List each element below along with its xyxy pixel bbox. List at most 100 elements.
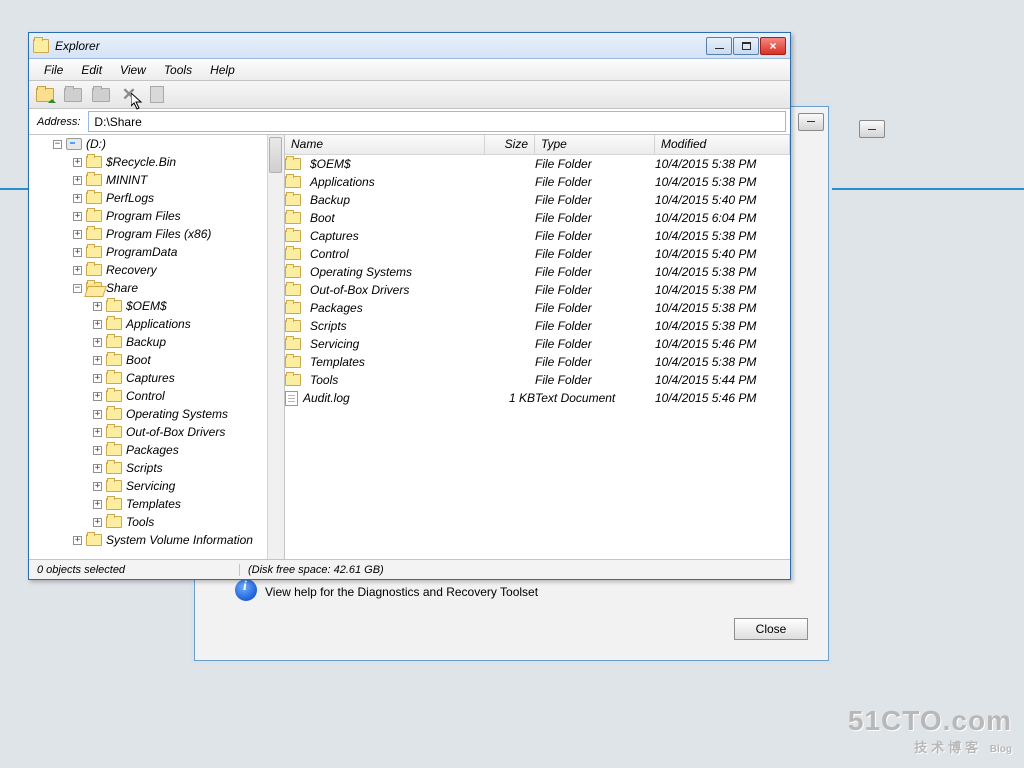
tree-node[interactable]: +Tools xyxy=(29,513,284,531)
tree-node[interactable]: +Scripts xyxy=(29,459,284,477)
tree-node[interactable]: +Out-of-Box Drivers xyxy=(29,423,284,441)
title-bar[interactable]: Explorer × xyxy=(29,33,790,59)
tree-node[interactable]: +MININT xyxy=(29,171,284,189)
expand-toggle-icon[interactable]: + xyxy=(93,482,102,491)
maximize-button[interactable] xyxy=(733,37,759,55)
address-input[interactable] xyxy=(88,111,786,132)
menu-file[interactable]: File xyxy=(35,59,72,80)
toolbar-btn-2[interactable] xyxy=(60,83,86,107)
file-row[interactable]: TemplatesFile Folder10/4/2015 5:38 PM xyxy=(285,353,790,371)
file-row[interactable]: ApplicationsFile Folder10/4/2015 5:38 PM xyxy=(285,173,790,191)
expand-toggle-icon[interactable]: + xyxy=(93,446,102,455)
file-row[interactable]: Out-of-Box DriversFile Folder10/4/2015 5… xyxy=(285,281,790,299)
expand-toggle-icon[interactable]: + xyxy=(73,194,82,203)
tree-node[interactable]: +Templates xyxy=(29,495,284,513)
tree-node[interactable]: +Recovery xyxy=(29,261,284,279)
tree-node[interactable]: +Program Files (x86) xyxy=(29,225,284,243)
menu-view[interactable]: View xyxy=(111,59,155,80)
expand-toggle-icon[interactable]: + xyxy=(73,176,82,185)
file-modified: 10/4/2015 5:38 PM xyxy=(655,265,790,279)
expand-toggle-icon[interactable]: + xyxy=(93,356,102,365)
menu-tools[interactable]: Tools xyxy=(155,59,201,80)
folder-tree[interactable]: −(D:)+$Recycle.Bin+MININT+PerfLogs+Progr… xyxy=(29,135,285,559)
expand-toggle-icon[interactable]: + xyxy=(73,266,82,275)
file-row[interactable]: BootFile Folder10/4/2015 6:04 PM xyxy=(285,209,790,227)
expand-toggle-icon[interactable]: + xyxy=(73,158,82,167)
expand-toggle-icon[interactable]: − xyxy=(53,140,62,149)
file-row[interactable]: Operating SystemsFile Folder10/4/2015 5:… xyxy=(285,263,790,281)
expand-toggle-icon[interactable]: + xyxy=(93,374,102,383)
column-headers[interactable]: Name Size Type Modified xyxy=(285,135,790,155)
expand-toggle-icon[interactable]: + xyxy=(93,302,102,311)
tree-node[interactable]: +ProgramData xyxy=(29,243,284,261)
toolbar-delete-button[interactable]: ✕ xyxy=(116,83,142,107)
tree-scrollbar[interactable] xyxy=(267,135,284,559)
expand-toggle-icon[interactable]: + xyxy=(93,410,102,419)
window-title: Explorer xyxy=(55,39,706,53)
file-modified: 10/4/2015 5:38 PM xyxy=(655,319,790,333)
folder-icon xyxy=(86,246,102,258)
file-row[interactable]: PackagesFile Folder10/4/2015 5:38 PM xyxy=(285,299,790,317)
expand-toggle-icon[interactable]: + xyxy=(93,518,102,527)
file-row[interactable]: Audit.log1 KBText Document10/4/2015 5:46… xyxy=(285,389,790,407)
file-row[interactable]: ScriptsFile Folder10/4/2015 5:38 PM xyxy=(285,317,790,335)
tree-node[interactable]: +PerfLogs xyxy=(29,189,284,207)
expand-toggle-icon[interactable]: + xyxy=(73,230,82,239)
file-row[interactable]: ServicingFile Folder10/4/2015 5:46 PM xyxy=(285,335,790,353)
file-type: File Folder xyxy=(535,229,655,243)
tree-node[interactable]: −(D:) xyxy=(29,135,284,153)
tree-node[interactable]: +Applications xyxy=(29,315,284,333)
expand-toggle-icon[interactable]: − xyxy=(73,284,82,293)
tree-node[interactable]: +Captures xyxy=(29,369,284,387)
file-row[interactable]: $OEM$File Folder10/4/2015 5:38 PM xyxy=(285,155,790,173)
file-row[interactable]: ToolsFile Folder10/4/2015 5:44 PM xyxy=(285,371,790,389)
col-type[interactable]: Type xyxy=(535,135,655,154)
tree-node[interactable]: +System Volume Information xyxy=(29,531,284,549)
toolbar-properties-button[interactable] xyxy=(144,83,170,107)
address-label: Address: xyxy=(29,116,88,128)
minimize-button[interactable] xyxy=(706,37,732,55)
floating-close-icon[interactable] xyxy=(859,120,885,138)
expand-toggle-icon[interactable]: + xyxy=(73,536,82,545)
tree-node[interactable]: +Packages xyxy=(29,441,284,459)
toolbar-btn-3[interactable] xyxy=(88,83,114,107)
expand-toggle-icon[interactable]: + xyxy=(93,392,102,401)
sheet-icon xyxy=(150,86,164,103)
file-row[interactable]: BackupFile Folder10/4/2015 5:40 PM xyxy=(285,191,790,209)
expand-toggle-icon[interactable]: + xyxy=(93,320,102,329)
toolbar-up-button[interactable] xyxy=(32,83,58,107)
tree-node[interactable]: +Operating Systems xyxy=(29,405,284,423)
file-modified: 10/4/2015 5:38 PM xyxy=(655,229,790,243)
col-name[interactable]: Name xyxy=(285,135,485,154)
tree-node[interactable]: + $OEM$ xyxy=(29,297,284,315)
folder-icon xyxy=(86,228,102,240)
close-button[interactable]: × xyxy=(760,37,786,55)
expand-toggle-icon[interactable]: + xyxy=(93,338,102,347)
tree-node[interactable]: +$Recycle.Bin xyxy=(29,153,284,171)
expand-toggle-icon[interactable]: + xyxy=(93,428,102,437)
file-list[interactable]: Name Size Type Modified $OEM$File Folder… xyxy=(285,135,790,559)
tree-label: $OEM$ xyxy=(126,299,167,313)
expand-toggle-icon[interactable]: + xyxy=(73,212,82,221)
col-size[interactable]: Size xyxy=(485,135,535,154)
file-row[interactable]: CapturesFile Folder10/4/2015 5:38 PM xyxy=(285,227,790,245)
tree-node[interactable]: −Share xyxy=(29,279,284,297)
file-row[interactable]: ControlFile Folder10/4/2015 5:40 PM xyxy=(285,245,790,263)
folder-icon xyxy=(285,284,301,296)
bg-dialog-close-icon[interactable] xyxy=(798,113,824,131)
col-modified[interactable]: Modified xyxy=(655,135,790,154)
menu-edit[interactable]: Edit xyxy=(72,59,111,80)
bg-close-button[interactable]: Close xyxy=(734,618,808,640)
tree-node[interactable]: +Control xyxy=(29,387,284,405)
tree-node[interactable]: +Program Files xyxy=(29,207,284,225)
file-name: Scripts xyxy=(310,319,347,333)
expand-toggle-icon[interactable]: + xyxy=(73,248,82,257)
file-name: Operating Systems xyxy=(310,265,412,279)
expand-toggle-icon[interactable]: + xyxy=(93,464,102,473)
menu-help[interactable]: Help xyxy=(201,59,244,80)
tree-node[interactable]: +Boot xyxy=(29,351,284,369)
tree-node[interactable]: +Backup xyxy=(29,333,284,351)
tree-node[interactable]: +Servicing xyxy=(29,477,284,495)
expand-toggle-icon[interactable]: + xyxy=(93,500,102,509)
folder-icon xyxy=(285,158,301,170)
